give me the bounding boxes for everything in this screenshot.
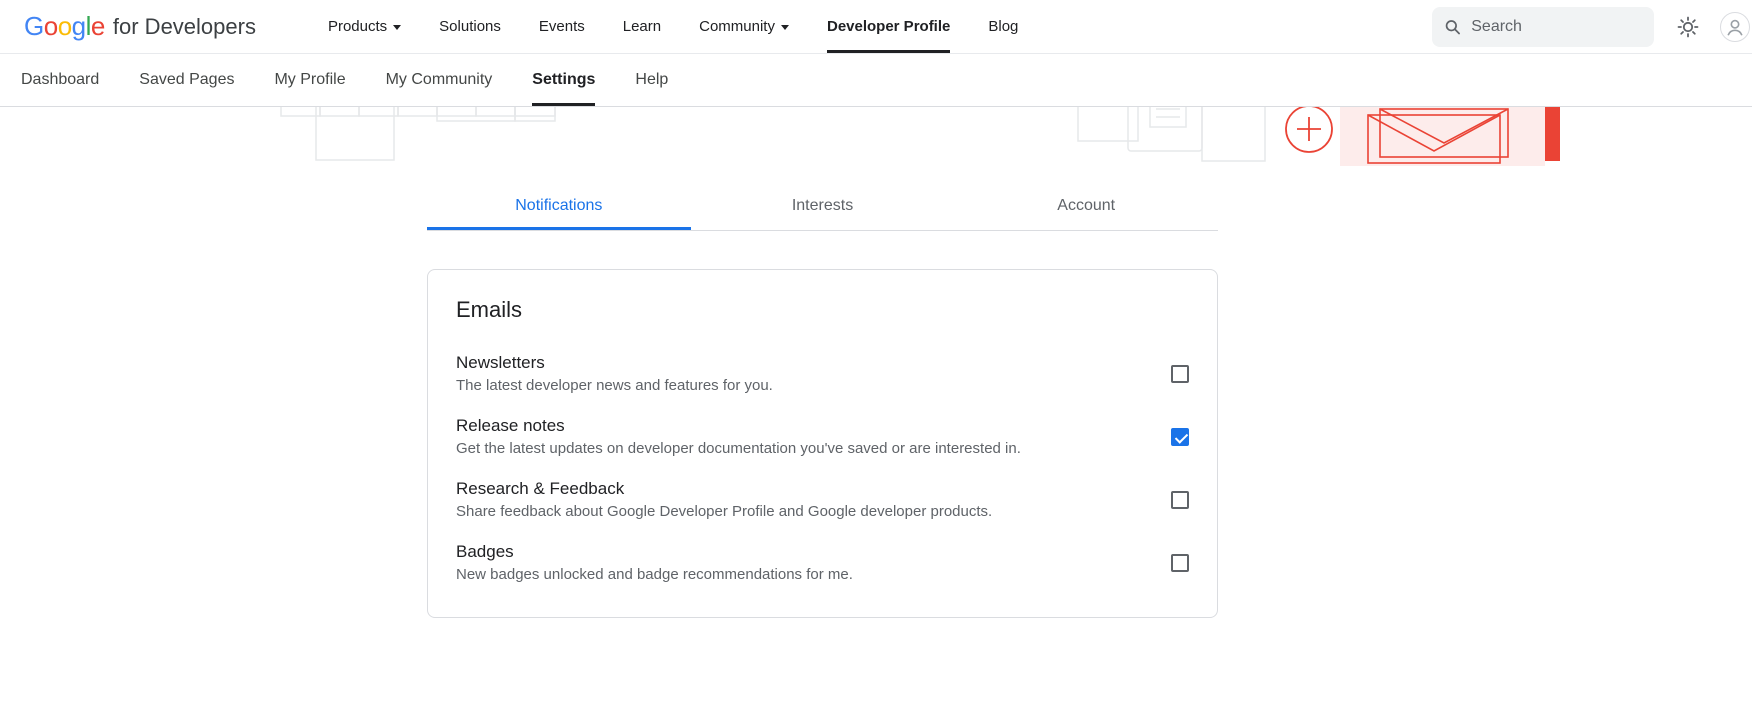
nav-item-blog[interactable]: Blog (988, 0, 1018, 53)
nav-item-community[interactable]: Community (699, 0, 789, 53)
nav-label: Blog (988, 18, 1018, 35)
email-row-title: Newsletters (456, 353, 773, 373)
research-feedback-checkbox[interactable] (1171, 491, 1189, 509)
release-notes-checkbox[interactable] (1171, 428, 1189, 446)
email-row-badges: Badges New badges unlocked and badge rec… (456, 542, 1189, 583)
account-avatar[interactable] (1720, 12, 1750, 42)
email-row-newsletters: Newsletters The latest developer news an… (456, 353, 1189, 394)
search-icon (1444, 17, 1461, 37)
subnav-item-help[interactable]: Help (635, 54, 668, 106)
newsletters-checkbox[interactable] (1171, 365, 1189, 383)
chevron-down-icon (781, 25, 789, 30)
tab-notifications[interactable]: Notifications (427, 184, 691, 230)
logo-suffix: for Developers (113, 14, 256, 40)
email-row-title: Research & Feedback (456, 479, 992, 499)
top-header: Google for Developers Products Solutions… (0, 0, 1752, 54)
profile-sub-navigation: Dashboard Saved Pages My Profile My Comm… (0, 54, 1752, 107)
theme-toggle-button[interactable] (1676, 15, 1700, 39)
chevron-down-icon (393, 25, 401, 30)
email-row-text: Badges New badges unlocked and badge rec… (456, 542, 853, 583)
subnav-item-saved-pages[interactable]: Saved Pages (139, 54, 234, 106)
banner-illustration (0, 107, 1752, 166)
tab-account[interactable]: Account (954, 184, 1218, 230)
nav-item-products[interactable]: Products (328, 0, 401, 53)
logo-letter: G (24, 11, 44, 41)
nav-label: Events (539, 18, 585, 35)
settings-tabs: Notifications Interests Account (427, 184, 1218, 231)
email-row-release-notes: Release notes Get the latest updates on … (456, 416, 1189, 457)
subnav-item-settings[interactable]: Settings (532, 54, 595, 106)
subnav-item-my-profile[interactable]: My Profile (274, 54, 345, 106)
subnav-item-dashboard[interactable]: Dashboard (21, 54, 99, 106)
email-row-text: Research & Feedback Share feedback about… (456, 479, 992, 520)
google-for-developers-logo[interactable]: Google for Developers (24, 0, 256, 53)
email-row-text: Release notes Get the latest updates on … (456, 416, 1021, 457)
nav-label: Developer Profile (827, 18, 950, 35)
logo-letter: o (44, 11, 58, 41)
badges-checkbox[interactable] (1171, 554, 1189, 572)
nav-item-learn[interactable]: Learn (623, 0, 661, 53)
card-title: Emails (456, 297, 1189, 323)
search-box[interactable] (1432, 7, 1654, 47)
nav-label: Solutions (439, 18, 501, 35)
decorative-banner (0, 107, 1752, 166)
nav-label: Products (328, 18, 387, 35)
email-row-description: New badges unlocked and badge recommenda… (456, 566, 853, 583)
email-row-text: Newsletters The latest developer news an… (456, 353, 773, 394)
nav-label: Community (699, 18, 775, 35)
nav-item-events[interactable]: Events (539, 0, 585, 53)
header-actions (1432, 0, 1736, 53)
top-navigation: Products Solutions Events Learn Communit… (328, 0, 1018, 53)
email-row-title: Release notes (456, 416, 1021, 436)
add-circle-icon (1286, 107, 1332, 152)
logo-letter: g (72, 11, 86, 41)
logo-letter: e (91, 11, 105, 41)
email-row-title: Badges (456, 542, 853, 562)
nav-item-developer-profile[interactable]: Developer Profile (827, 0, 950, 53)
email-row-description: Get the latest updates on developer docu… (456, 440, 1021, 457)
person-icon (1724, 16, 1746, 38)
subnav-item-my-community[interactable]: My Community (386, 54, 493, 106)
nav-item-solutions[interactable]: Solutions (439, 0, 501, 53)
sun-icon (1676, 15, 1700, 39)
email-row-description: Share feedback about Google Developer Pr… (456, 503, 992, 520)
nav-label: Learn (623, 18, 661, 35)
email-row-description: The latest developer news and features f… (456, 377, 773, 394)
logo-letter: o (58, 11, 72, 41)
search-input[interactable] (1471, 18, 1642, 36)
google-wordmark: Google (24, 11, 105, 42)
tab-interests[interactable]: Interests (691, 184, 955, 230)
emails-settings-card: Emails Newsletters The latest developer … (427, 269, 1218, 618)
email-row-research-feedback: Research & Feedback Share feedback about… (456, 479, 1189, 520)
